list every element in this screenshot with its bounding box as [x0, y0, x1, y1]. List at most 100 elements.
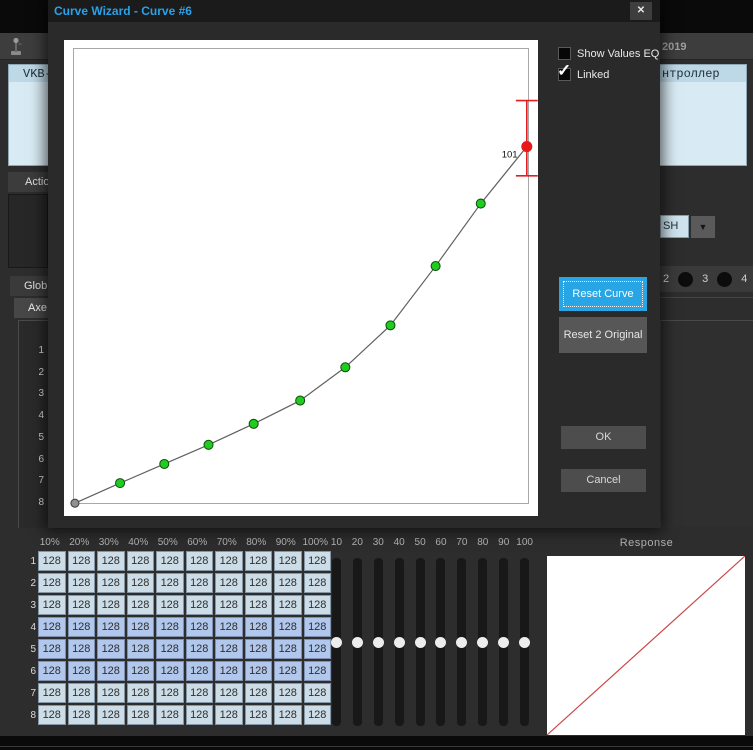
table-cell[interactable]: 128	[38, 595, 66, 615]
table-cell[interactable]: 128	[244, 683, 272, 703]
slider-thumb[interactable]	[477, 636, 489, 648]
firmware-combo-value[interactable]: SH	[660, 215, 689, 238]
table-cell[interactable]: 128	[244, 551, 272, 571]
table-cell[interactable]: 128	[38, 705, 66, 725]
slider-thumb[interactable]	[351, 636, 363, 648]
slider[interactable]	[389, 556, 410, 728]
table-cell[interactable]: 128	[274, 639, 302, 659]
table-cell[interactable]: 128	[67, 661, 95, 681]
table-cell[interactable]: 128	[185, 705, 213, 725]
table-cell[interactable]: 128	[274, 595, 302, 615]
table-cell[interactable]: 128	[156, 705, 184, 725]
slider[interactable]	[472, 556, 493, 728]
curve-plot-area[interactable]: 101	[70, 48, 538, 508]
table-cell[interactable]: 128	[156, 551, 184, 571]
table-cell[interactable]: 128	[38, 617, 66, 637]
table-cell[interactable]: 128	[38, 683, 66, 703]
table-cell[interactable]: 128	[215, 639, 243, 659]
table-cell[interactable]: 128	[67, 595, 95, 615]
table-cell[interactable]: 128	[274, 617, 302, 637]
table-cell[interactable]: 128	[126, 617, 154, 637]
tab-global[interactable]: Glob	[10, 276, 48, 296]
table-cell[interactable]: 128	[274, 705, 302, 725]
slider-thumb[interactable]	[519, 636, 531, 648]
slider-thumb[interactable]	[372, 636, 384, 648]
table-cell[interactable]: 128	[97, 551, 125, 571]
table-cell[interactable]: 128	[185, 661, 213, 681]
slider[interactable]	[410, 556, 431, 728]
slider-thumb[interactable]	[414, 636, 426, 648]
table-cell[interactable]: 128	[38, 551, 66, 571]
table-cell[interactable]: 128	[67, 551, 95, 571]
table-cell[interactable]: 128	[274, 683, 302, 703]
slider[interactable]	[514, 556, 535, 728]
table-cell[interactable]: 128	[244, 639, 272, 659]
table-cell[interactable]: 128	[126, 595, 154, 615]
table-cell[interactable]: 128	[126, 639, 154, 659]
table-cell[interactable]: 128	[126, 683, 154, 703]
table-cell[interactable]: 128	[215, 683, 243, 703]
table-cell[interactable]: 128	[126, 551, 154, 571]
table-cell[interactable]: 128	[244, 595, 272, 615]
table-cell[interactable]: 128	[215, 573, 243, 593]
slider-thumb[interactable]	[498, 636, 510, 648]
slider[interactable]	[368, 556, 389, 728]
reset-curve-button[interactable]: Reset Curve	[559, 277, 647, 311]
slider-thumb[interactable]	[393, 636, 405, 648]
table-cell[interactable]: 128	[244, 705, 272, 725]
table-cell[interactable]: 128	[156, 617, 184, 637]
table-cell[interactable]: 128	[274, 551, 302, 571]
show-values-eq-checkbox[interactable]	[558, 47, 571, 60]
table-cell[interactable]: 128	[185, 617, 213, 637]
table-cell[interactable]: 128	[97, 705, 125, 725]
table-cell[interactable]: 128	[126, 705, 154, 725]
table-cell[interactable]: 128	[185, 639, 213, 659]
dialog-title-bar[interactable]: Curve Wizard - Curve #6 ✕	[48, 0, 660, 22]
ok-button[interactable]: OK	[561, 426, 646, 449]
table-cell[interactable]: 128	[97, 617, 125, 637]
table-cell[interactable]: 128	[156, 661, 184, 681]
table-cell[interactable]: 128	[215, 551, 243, 571]
table-cell[interactable]: 128	[244, 661, 272, 681]
slider-thumb[interactable]	[456, 636, 468, 648]
cancel-button[interactable]: Cancel	[561, 469, 646, 492]
table-cell[interactable]: 128	[97, 661, 125, 681]
table-cell[interactable]: 128	[185, 683, 213, 703]
table-cell[interactable]: 128	[67, 705, 95, 725]
table-cell[interactable]: 128	[185, 595, 213, 615]
table-cell[interactable]: 128	[38, 573, 66, 593]
tab-axes[interactable]: Axe	[14, 298, 48, 318]
slider[interactable]	[347, 556, 368, 728]
table-cell[interactable]: 128	[97, 573, 125, 593]
table-cell[interactable]: 128	[215, 705, 243, 725]
table-cell[interactable]: 128	[215, 661, 243, 681]
table-cell[interactable]: 128	[97, 595, 125, 615]
table-cell[interactable]: 128	[274, 661, 302, 681]
close-icon[interactable]: ✕	[630, 2, 652, 20]
port-led-indicator[interactable]	[678, 271, 694, 287]
table-cell[interactable]: 128	[274, 573, 302, 593]
table-cell[interactable]: 128	[156, 595, 184, 615]
reset-2-original-button[interactable]: Reset 2 Original	[559, 317, 647, 353]
slider-thumb[interactable]	[435, 636, 447, 648]
table-cell[interactable]: 128	[67, 573, 95, 593]
table-cell[interactable]: 128	[126, 573, 154, 593]
slider[interactable]	[431, 556, 452, 728]
table-cell[interactable]: 128	[126, 661, 154, 681]
table-cell[interactable]: 128	[97, 683, 125, 703]
table-cell[interactable]: 128	[67, 683, 95, 703]
slider[interactable]	[493, 556, 514, 728]
table-cell[interactable]: 128	[97, 639, 125, 659]
table-cell[interactable]: 128	[215, 595, 243, 615]
combo-dropdown-button[interactable]: ▼	[690, 215, 716, 239]
table-cell[interactable]: 128	[185, 573, 213, 593]
table-cell[interactable]: 128	[38, 639, 66, 659]
table-cell[interactable]: 128	[67, 617, 95, 637]
table-cell[interactable]: 128	[185, 551, 213, 571]
slider[interactable]	[326, 556, 347, 728]
table-cell[interactable]: 128	[156, 683, 184, 703]
table-cell[interactable]: 128	[38, 661, 66, 681]
table-cell[interactable]: 128	[244, 573, 272, 593]
table-cell[interactable]: 128	[67, 639, 95, 659]
table-cell[interactable]: 128	[215, 617, 243, 637]
